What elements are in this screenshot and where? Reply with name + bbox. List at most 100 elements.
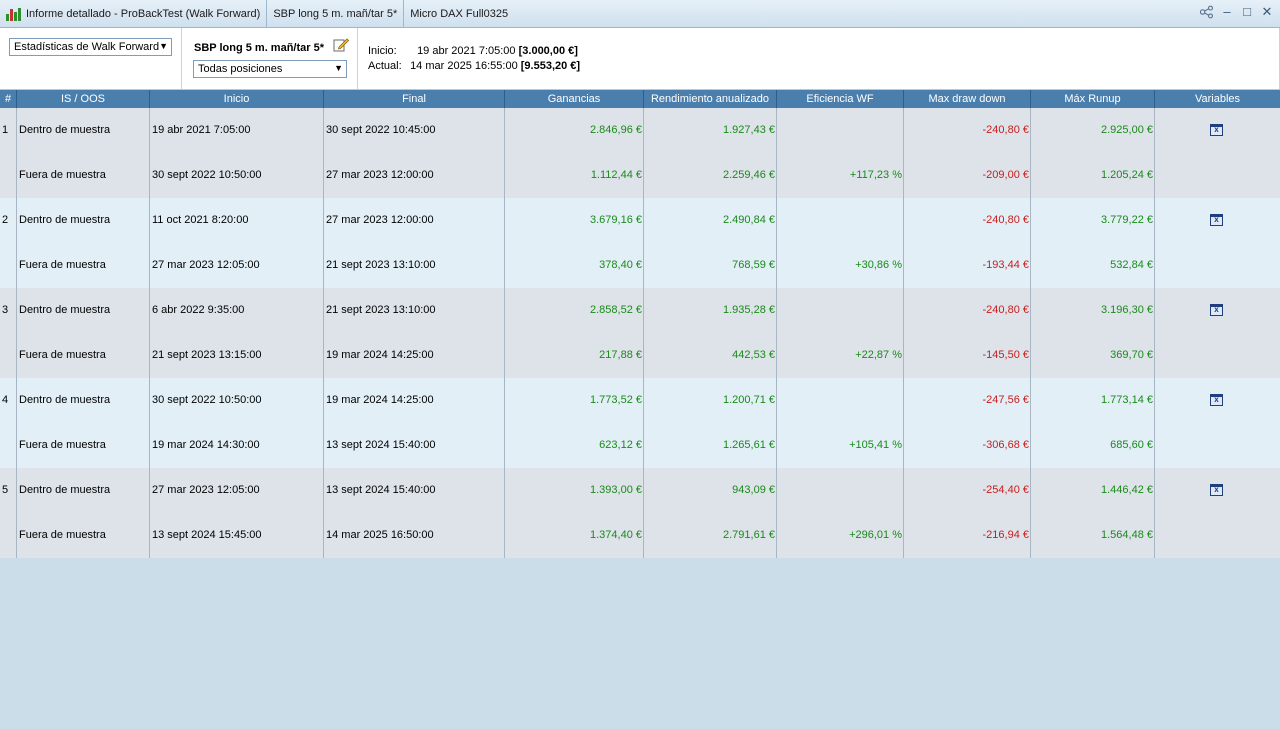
table-row[interactable]: 3 Dentro de muestra 6 abr 2022 9:35:00 21 s… — [0, 288, 1280, 333]
cell-start-date: 27 mar 2023 12:05:00 — [152, 259, 260, 271]
column-divider — [1030, 108, 1031, 558]
column-divider — [504, 108, 505, 558]
column-divider — [903, 108, 904, 558]
tab-instrument[interactable]: Micro DAX Full0325 — [404, 0, 514, 27]
current-capital: [9.553,20 €] — [520, 60, 581, 72]
table-row[interactable]: 5 Dentro de muestra 27 mar 2023 12:05:00 13… — [0, 468, 1280, 513]
minimize-icon[interactable]: – — [1220, 5, 1234, 19]
column-divider — [149, 108, 150, 558]
table-row[interactable]: Fuera de muestra 27 mar 2023 12:05:00 21 s… — [0, 243, 1280, 288]
table-row[interactable]: Fuera de muestra 30 sept 2022 10:50:00 27 … — [0, 153, 1280, 198]
cell-max-drawdown: -247,56 € — [982, 394, 1029, 406]
cell-max-runup: 1.446,42 € — [1101, 484, 1153, 496]
tab-label: SBP long 5 m. mañ/tar 5* — [273, 7, 398, 20]
cell-gains: 378,40 € — [599, 259, 642, 271]
cell-wf-efficiency — [777, 288, 903, 333]
window-controls: – □ ✕ — [1200, 5, 1274, 19]
candlestick-chart-icon — [6, 7, 22, 21]
cell-gains: 623,12 € — [599, 439, 642, 451]
column-divider — [776, 108, 777, 558]
cell-number: 5 — [2, 484, 9, 496]
start-label: Inicio: — [368, 45, 397, 57]
strategy-name: SBP long 5 m. mañ/tar 5* — [194, 42, 325, 54]
title-bar: Informe detallado - ProBackTest (Walk Fo… — [0, 0, 1280, 28]
start-info: Inicio: 19 abr 2021 7:05:00 [3.000,00 €] — [368, 45, 578, 57]
cell-end-date: 14 mar 2025 16:50:00 — [326, 529, 434, 541]
tab-detailed-report[interactable]: Informe detallado - ProBackTest (Walk Fo… — [0, 0, 266, 27]
tab-label: Micro DAX Full0325 — [410, 7, 509, 20]
cell-max-runup: 3.779,22 € — [1101, 214, 1153, 226]
cell-gains: 1.393,00 € — [590, 484, 642, 496]
column-header-max-drawdown[interactable]: Max draw down — [904, 90, 1031, 108]
table-row[interactable]: 4 Dentro de muestra 30 sept 2022 10:50:00 1… — [0, 378, 1280, 423]
column-header-start[interactable]: Inicio — [150, 90, 324, 108]
positions-select[interactable]: Todas posiciones ▼ — [193, 60, 347, 78]
column-header-is-oos[interactable]: IS / OOS — [17, 90, 150, 108]
cell-end-date: 19 mar 2024 14:25:00 — [326, 394, 434, 406]
cell-max-runup: 369,70 € — [1110, 349, 1153, 361]
cell-start-date: 27 mar 2023 12:05:00 — [152, 484, 260, 496]
pencil-edit-icon[interactable] — [333, 36, 349, 52]
cell-max-drawdown: -145,50 € — [982, 349, 1029, 361]
column-header-number[interactable]: # — [0, 90, 17, 108]
cell-start-date: 30 sept 2022 10:50:00 — [152, 169, 262, 181]
cell-end-date: 13 sept 2024 15:40:00 — [326, 439, 436, 451]
cell-sample-type: Fuera de muestra — [19, 439, 106, 451]
cell-sample-type: Fuera de muestra — [19, 529, 106, 541]
cell-start-date: 6 abr 2022 9:35:00 — [152, 304, 245, 316]
cell-start-date: 19 mar 2024 14:30:00 — [152, 439, 260, 451]
view-select[interactable]: Estadísticas de Walk Forward ▼ — [9, 38, 172, 56]
table-row[interactable]: 1 Dentro de muestra 19 abr 2021 7:05:00 30 … — [0, 108, 1280, 153]
maximize-icon[interactable]: □ — [1240, 5, 1254, 19]
cell-max-drawdown: -240,80 € — [982, 124, 1029, 136]
table-row[interactable]: Fuera de muestra 21 sept 2023 13:15:00 19 … — [0, 333, 1280, 378]
current-label: Actual: — [368, 60, 402, 72]
cell-end-date: 30 sept 2022 10:45:00 — [326, 124, 436, 136]
cell-sample-type: Fuera de muestra — [19, 169, 106, 181]
cell-number — [0, 423, 16, 468]
spreadsheet-icon[interactable]: x — [1210, 304, 1223, 316]
cell-max-drawdown: -240,80 € — [982, 304, 1029, 316]
column-header-max-runup[interactable]: Máx Runup — [1031, 90, 1155, 108]
divider — [357, 28, 358, 89]
cell-annualized: 2.490,84 € — [723, 214, 775, 226]
cell-number: 2 — [2, 214, 9, 226]
column-header-end[interactable]: Final — [324, 90, 505, 108]
cell-annualized: 768,59 € — [732, 259, 775, 271]
column-header-variables[interactable]: Variables — [1155, 90, 1280, 108]
cell-annualized: 943,09 € — [732, 484, 775, 496]
cell-number — [0, 513, 16, 558]
cell-number — [0, 153, 16, 198]
cell-start-date: 30 sept 2022 10:50:00 — [152, 394, 262, 406]
close-icon[interactable]: ✕ — [1260, 5, 1274, 19]
column-header-annualized[interactable]: Rendimiento anualizado — [644, 90, 777, 108]
cell-annualized: 1.935,28 € — [723, 304, 775, 316]
cell-wf-efficiency — [777, 198, 903, 243]
cell-gains: 1.374,40 € — [590, 529, 642, 541]
cell-gains: 3.679,16 € — [590, 214, 642, 226]
chevron-down-icon: ▼ — [159, 41, 168, 51]
column-header-gains[interactable]: Ganancias — [505, 90, 644, 108]
spreadsheet-icon[interactable]: x — [1210, 394, 1223, 406]
cell-end-date: 27 mar 2023 12:00:00 — [326, 169, 434, 181]
column-header-wf-efficiency[interactable]: Eficiencia WF — [777, 90, 904, 108]
cell-end-date: 13 sept 2024 15:40:00 — [326, 484, 436, 496]
cell-max-drawdown: -306,68 € — [982, 439, 1029, 451]
table-row[interactable]: 2 Dentro de muestra 11 oct 2021 8:20:00 27 … — [0, 198, 1280, 243]
table-row[interactable]: Fuera de muestra 13 sept 2024 15:45:00 14 … — [0, 513, 1280, 558]
column-divider — [16, 108, 17, 558]
cell-gains: 2.858,52 € — [590, 304, 642, 316]
cell-end-date: 21 sept 2023 13:10:00 — [326, 304, 436, 316]
cell-wf-efficiency: +296,01 % — [849, 529, 902, 541]
spreadsheet-icon[interactable]: x — [1210, 214, 1223, 226]
spreadsheet-icon[interactable]: x — [1210, 124, 1223, 136]
column-divider — [323, 108, 324, 558]
cell-number: 3 — [2, 304, 9, 316]
tab-strategy[interactable]: SBP long 5 m. mañ/tar 5* — [267, 0, 403, 27]
cell-gains: 1.112,44 € — [590, 169, 642, 181]
table-row[interactable]: Fuera de muestra 19 mar 2024 14:30:00 13 s… — [0, 423, 1280, 468]
cell-max-runup: 532,84 € — [1110, 259, 1153, 271]
share-icon[interactable] — [1200, 5, 1214, 19]
spreadsheet-icon[interactable]: x — [1210, 484, 1223, 496]
tab-label: Informe detallado - ProBackTest (Walk Fo… — [26, 7, 261, 20]
